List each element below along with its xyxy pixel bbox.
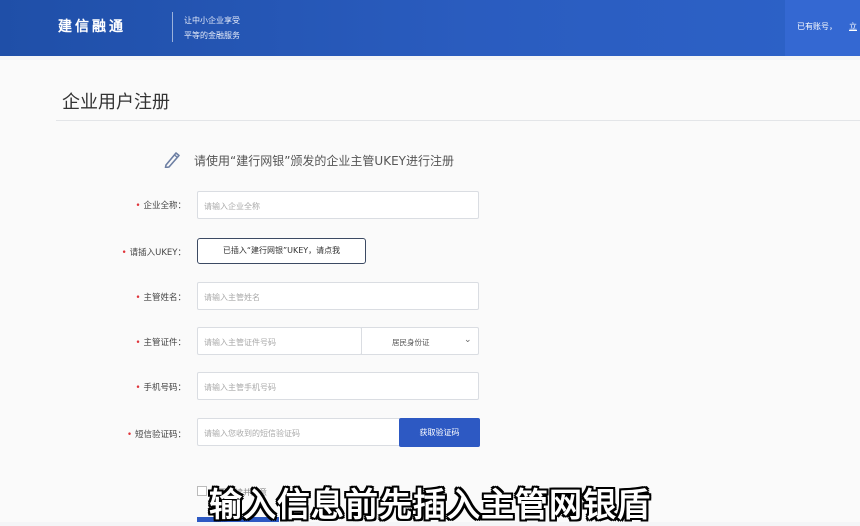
- title-divider: [56, 120, 860, 121]
- phone-label: • 手机号码：: [26, 381, 186, 393]
- chevron-down-icon: ⌄: [464, 335, 472, 345]
- manager-name-placeholder: 请输入主管姓名: [204, 293, 260, 302]
- get-sms-code-button[interactable]: 获取验证码: [399, 418, 480, 447]
- header-slogan: 让中小企业享受 平等的金融服务: [184, 13, 240, 43]
- company-name-placeholder: 请输入企业全称: [204, 202, 260, 211]
- pencil-icon: [164, 152, 180, 168]
- company-name-input[interactable]: 请输入企业全称: [197, 191, 479, 219]
- slogan-line-1: 让中小企业享受: [184, 16, 240, 25]
- page-title: 企业用户注册: [62, 92, 170, 113]
- manager-id-placeholder: 请输入主管证件号码: [204, 338, 276, 347]
- required-mark: •: [135, 201, 141, 211]
- login-prompt: 已有账号，: [797, 22, 837, 31]
- manager-name-input[interactable]: 请输入主管姓名: [197, 282, 479, 310]
- required-mark: •: [135, 293, 141, 303]
- id-type-value: 居民身份证: [392, 338, 430, 347]
- top-header: [0, 0, 860, 56]
- ukey-label-text: 请插入UKEY：: [129, 248, 186, 258]
- sms-code-label: • 短信验证码：: [26, 428, 186, 440]
- manager-id-input[interactable]: 请输入主管证件号码: [197, 327, 362, 355]
- id-type-select[interactable]: 居民身份证 ⌄: [361, 327, 479, 355]
- brand-logo[interactable]: 建信融通: [58, 16, 126, 36]
- phone-placeholder: 请输入主管手机号码: [204, 383, 276, 392]
- required-mark: •: [126, 430, 132, 440]
- required-mark: •: [135, 338, 141, 348]
- header-divider: [172, 12, 173, 42]
- manager-name-label-text: 主管姓名：: [143, 293, 186, 303]
- ukey-notice: 请使用“建行网银”颁发的企业主管UKEY进行注册: [194, 154, 454, 168]
- ukey-inserted-button[interactable]: 已插入“建行网银”UKEY，请点我: [197, 238, 366, 264]
- sms-code-label-text: 短信验证码：: [134, 430, 186, 440]
- phone-input[interactable]: 请输入主管手机号码: [197, 372, 479, 400]
- ukey-label: • 请插入UKEY：: [26, 246, 186, 258]
- login-link[interactable]: 立: [849, 21, 857, 32]
- slogan-line-2: 平等的金融服务: [184, 31, 240, 40]
- company-name-label-text: 企业全称：: [143, 201, 186, 211]
- manager-name-label: • 主管姓名：: [26, 291, 186, 303]
- sms-code-placeholder: 请输入您收到的短信验证码: [204, 429, 300, 438]
- manager-id-label-text: 主管证件：: [143, 338, 186, 348]
- sms-code-input[interactable]: 请输入您收到的短信验证码: [197, 418, 401, 446]
- required-mark: •: [135, 383, 141, 393]
- manager-id-label: • 主管证件：: [26, 336, 186, 348]
- company-name-label: • 企业全称：: [26, 199, 186, 211]
- phone-label-text: 手机号码：: [143, 383, 186, 393]
- required-mark: •: [121, 248, 127, 258]
- video-caption: 输入信息前先插入主管网银盾: [209, 485, 651, 524]
